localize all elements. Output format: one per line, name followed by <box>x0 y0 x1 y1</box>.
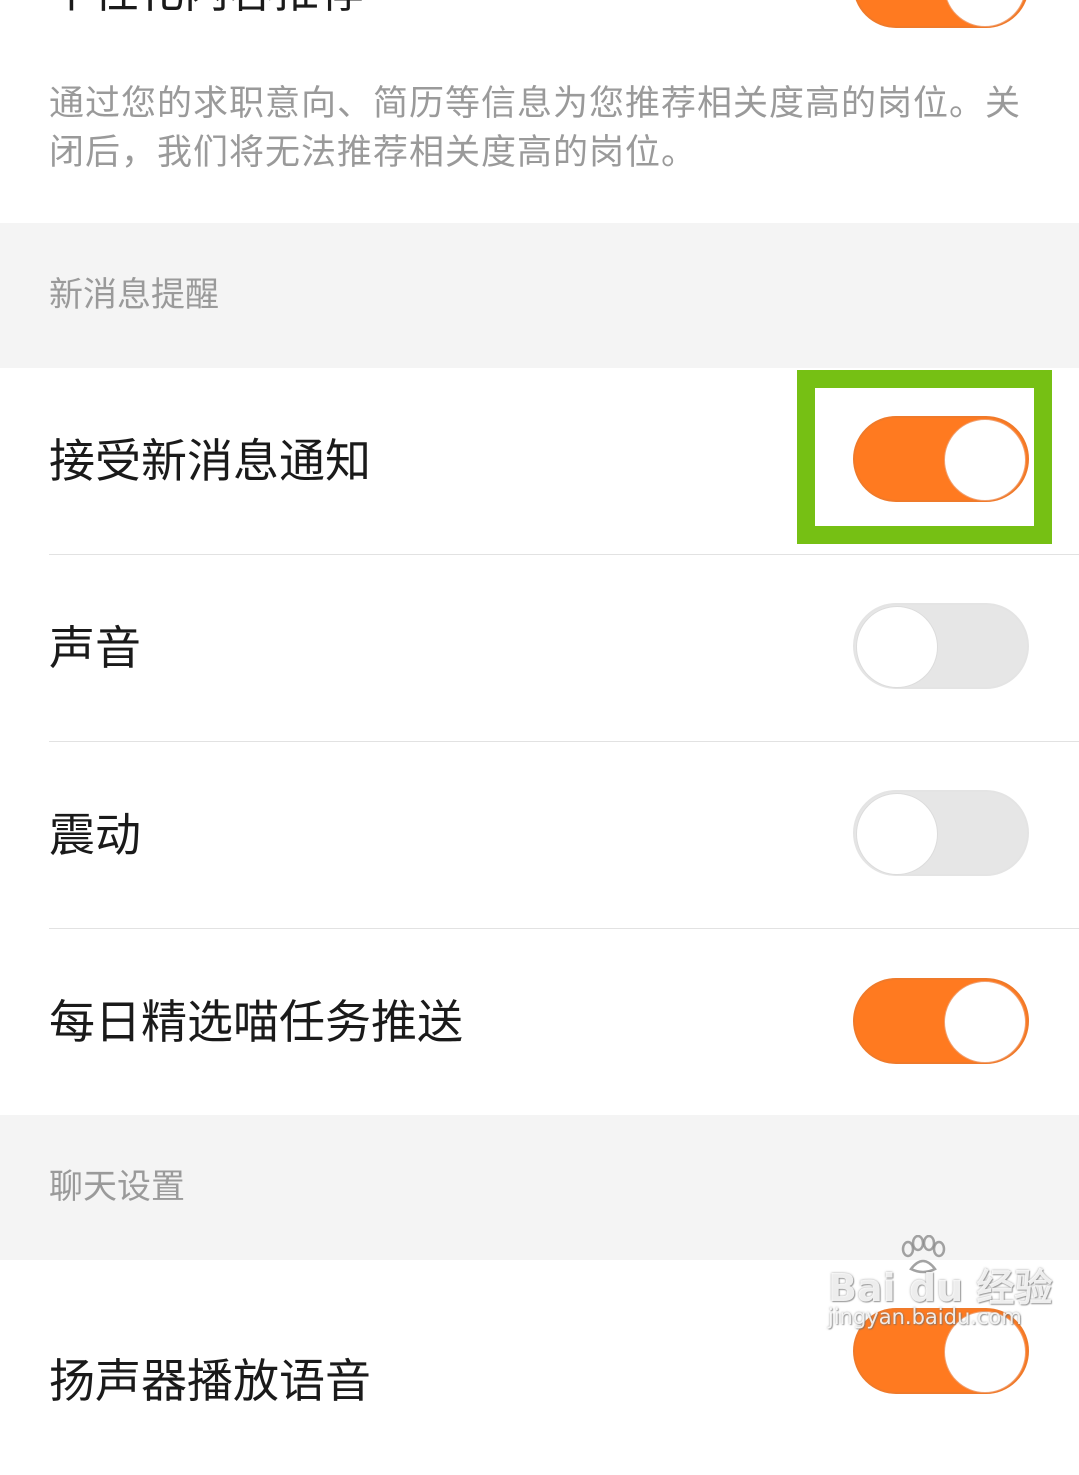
row-label: 接受新消息通知 <box>49 434 371 488</box>
row-label: 每日精选喵任务推送 <box>49 995 463 1049</box>
section-title: 新消息提醒 <box>49 275 219 315</box>
settings-row-sound: 声音 <box>0 555 1079 742</box>
row-label: 声音 <box>49 621 141 675</box>
settings-row-vibration: 震动 <box>0 742 1079 929</box>
section-header-notifications: 新消息提醒 <box>0 223 1079 368</box>
watermark-url: jingyan.baidu.com <box>828 1305 1022 1329</box>
section-title: 聊天设置 <box>49 1167 185 1207</box>
row-label: 扬声器播放语音 <box>49 1354 371 1408</box>
toggle-knob <box>856 793 938 875</box>
row-label: 震动 <box>49 808 141 862</box>
baidu-watermark: Bai du 经验 jingyan.baidu.com <box>828 1235 1052 1335</box>
toggle-knob <box>944 981 1026 1063</box>
highlight-box <box>797 370 1052 544</box>
toggle-knob <box>944 0 1026 27</box>
watermark-text: Bai du 经验 <box>828 1266 1053 1310</box>
recommend-row-label: 个性化内容推荐 <box>49 0 364 16</box>
toggle-knob <box>856 606 938 688</box>
sound-toggle[interactable] <box>853 603 1029 689</box>
recommend-toggle[interactable] <box>853 0 1029 28</box>
settings-row-daily-push: 每日精选喵任务推送 <box>0 929 1079 1116</box>
recommend-description: 通过您的求职意向、简历等信息为您推荐相关度高的岗位。关闭后，我们将无法推荐相关度… <box>49 84 1022 173</box>
daily-push-toggle[interactable] <box>853 978 1029 1064</box>
vibration-toggle[interactable] <box>853 790 1029 876</box>
